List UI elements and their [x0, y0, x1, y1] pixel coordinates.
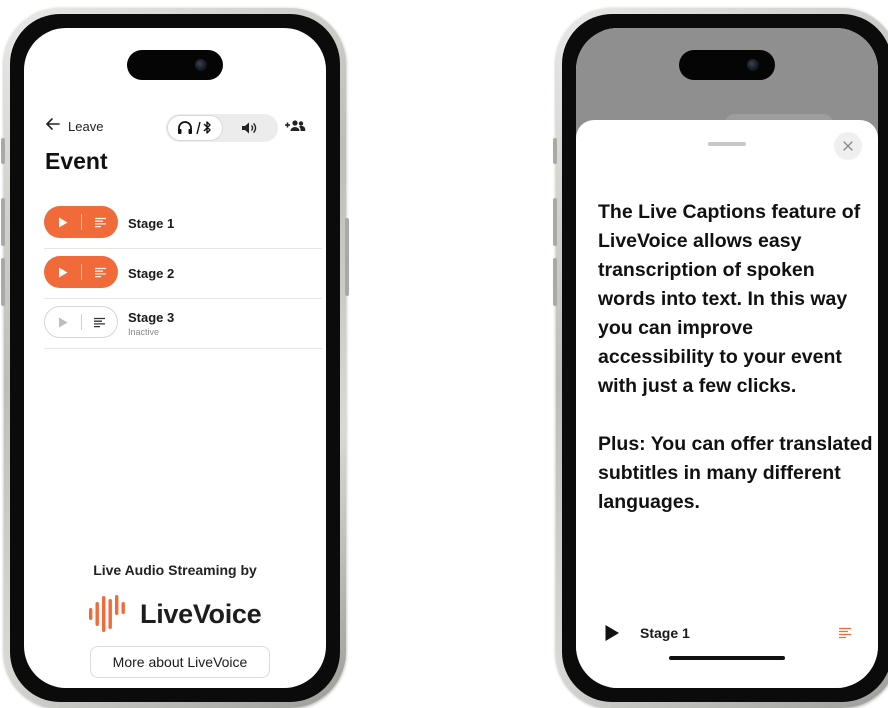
stage-row-2[interactable]: Stage 2 [44, 248, 322, 299]
caption-paragraph: Plus: You can offer translated subtitles… [598, 433, 873, 513]
camera-icon [195, 59, 207, 71]
captions-icon [94, 217, 106, 227]
volume-down-button [553, 258, 557, 306]
audio-output-toggle[interactable] [166, 114, 278, 142]
add-users-icon [285, 120, 306, 131]
play-button[interactable] [44, 267, 81, 278]
brand-name: LiveVoice [140, 598, 262, 629]
caption-paragraph: The Live Captions feature of LiveVoice a… [598, 201, 861, 397]
camera-icon [747, 59, 759, 71]
play-icon [58, 267, 67, 277]
soundwave-logo-icon [89, 595, 125, 632]
captions-icon [93, 317, 105, 327]
phone-frame-left: Leave Event Stage 1 Stage 2 Stage 3 Inac… [1, 8, 349, 708]
player-stage-name: Stage 1 [640, 625, 690, 641]
play-button-disabled[interactable] [45, 317, 81, 328]
power-button [345, 218, 349, 296]
screen-left: Leave Event Stage 1 Stage 2 Stage 3 Inac… [24, 28, 326, 688]
sheet-grabber[interactable] [708, 142, 746, 146]
stage-2-controls [44, 256, 118, 288]
bezel: The Live Captions feature of LiveVoice a… [562, 14, 888, 702]
stage-3-controls [44, 306, 118, 338]
volume-down-button [1, 258, 5, 306]
captions-button[interactable] [82, 317, 117, 328]
volume-up-button [1, 198, 5, 246]
home-indicator[interactable] [669, 656, 785, 660]
stage-name: Stage 3 [128, 310, 175, 325]
screen-right: The Live Captions feature of LiveVoice a… [576, 28, 878, 688]
close-icon [843, 141, 853, 151]
play-icon [58, 217, 67, 227]
powered-by-label: Live Audio Streaming by [93, 562, 257, 578]
stage-row-1[interactable]: Stage 1 [44, 198, 322, 249]
arrow-left-icon [46, 118, 60, 134]
mute-switch [1, 138, 5, 164]
phone-frame-right: The Live Captions feature of LiveVoice a… [553, 8, 888, 708]
livevoice-logo: LiveVoice [88, 594, 262, 634]
speaker-option[interactable] [222, 116, 276, 140]
top-bar: Leave [24, 114, 326, 142]
stage-row-3[interactable]: Stage 3 Inactive [44, 298, 322, 349]
play-icon [59, 317, 68, 327]
volume-up-button [553, 198, 557, 246]
close-button[interactable] [834, 132, 862, 160]
play-button[interactable] [604, 624, 620, 647]
dynamic-island [127, 50, 223, 80]
captions-button[interactable] [838, 626, 852, 644]
headphones-bluetooth-icon [178, 121, 211, 135]
speaker-icon [242, 122, 257, 134]
play-icon [605, 625, 619, 641]
bezel: Leave Event Stage 1 Stage 2 Stage 3 Inac… [10, 14, 340, 702]
captions-button[interactable] [82, 217, 118, 228]
captions-icon [839, 627, 851, 639]
stage-1-controls [44, 206, 118, 238]
headphones-bluetooth-option[interactable] [168, 116, 222, 140]
leave-button[interactable]: Leave [46, 118, 103, 134]
mute-switch [553, 138, 557, 164]
dynamic-island [679, 50, 775, 80]
play-button[interactable] [44, 217, 81, 228]
captions-text: The Live Captions feature of LiveVoice a… [598, 198, 874, 517]
more-about-button[interactable]: More about LiveVoice [90, 646, 270, 678]
mini-player: Stage 1 [598, 618, 856, 648]
stage-name: Stage 1 [128, 216, 175, 231]
leave-label: Leave [68, 118, 104, 134]
captions-sheet: The Live Captions feature of LiveVoice a… [576, 120, 878, 688]
captions-button[interactable] [82, 267, 118, 278]
page-title: Event [45, 148, 108, 174]
stage-name: Stage 2 [128, 266, 175, 281]
invite-users-button[interactable] [284, 119, 306, 138]
captions-icon [94, 267, 106, 277]
stage-status: Inactive [128, 327, 160, 337]
